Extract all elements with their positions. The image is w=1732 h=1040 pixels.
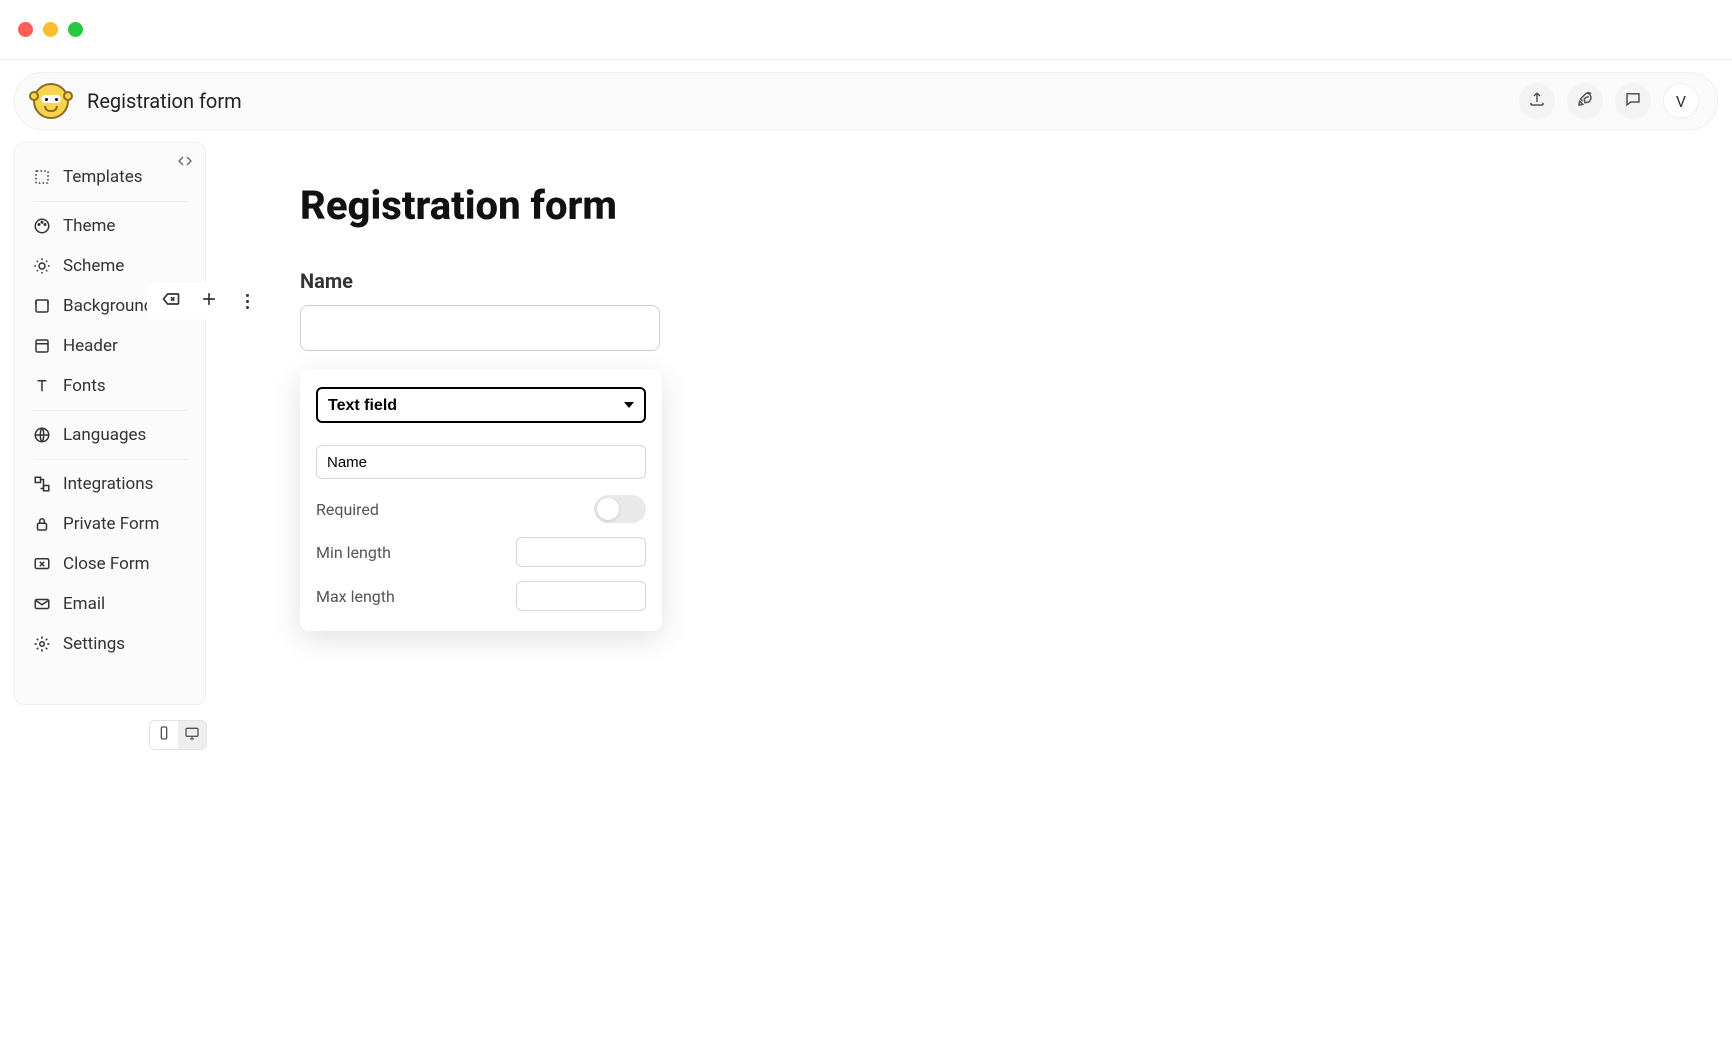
rocket-icon bbox=[1576, 90, 1594, 112]
more-vertical-icon bbox=[246, 294, 249, 309]
upload-icon bbox=[1528, 90, 1546, 112]
sidebar-item-label: Templates bbox=[63, 167, 143, 187]
field-config-panel: Text field Required Min length Max lengt… bbox=[300, 369, 662, 631]
sidebar-item-fonts[interactable]: Fonts bbox=[15, 366, 205, 406]
avatar[interactable]: V bbox=[1663, 83, 1699, 119]
divider bbox=[33, 201, 187, 202]
max-length-input[interactable] bbox=[516, 581, 646, 611]
sidebar-item-label: Background bbox=[63, 296, 153, 316]
globe-icon bbox=[33, 426, 51, 444]
sidebar-item-label: Close Form bbox=[63, 554, 150, 574]
more-button[interactable] bbox=[237, 291, 257, 311]
sidebar-item-theme[interactable]: Theme bbox=[15, 206, 205, 246]
sidebar-item-label: Integrations bbox=[63, 474, 153, 494]
page-title: Registration form bbox=[87, 89, 242, 113]
sidebar-item-label: Settings bbox=[63, 634, 125, 654]
delete-button[interactable] bbox=[161, 291, 181, 311]
form-title: Registration form bbox=[300, 182, 1718, 229]
sidebar-item-settings[interactable]: Settings bbox=[15, 624, 205, 664]
sun-icon bbox=[33, 257, 51, 275]
sidebar-item-header[interactable]: Header bbox=[15, 326, 205, 366]
topbar-actions: V bbox=[1519, 83, 1699, 119]
templates-icon bbox=[33, 168, 51, 186]
name-input[interactable] bbox=[300, 305, 660, 351]
traffic-lights bbox=[18, 22, 83, 37]
backspace-icon bbox=[161, 289, 181, 313]
sidebar-item-languages[interactable]: Languages bbox=[15, 415, 205, 455]
window-titlebar bbox=[0, 0, 1732, 60]
close-form-icon bbox=[33, 555, 51, 573]
canvas: Registration form Name Text field Requir… bbox=[230, 142, 1718, 631]
code-icon bbox=[177, 154, 193, 173]
sidebar-item-integrations[interactable]: Integrations bbox=[15, 464, 205, 504]
sidebar-item-label: Header bbox=[63, 336, 118, 356]
mail-icon bbox=[33, 595, 51, 613]
sidebar-item-private-form[interactable]: Private Form bbox=[15, 504, 205, 544]
sidebar: Templates Theme Scheme Background Header… bbox=[14, 142, 206, 705]
comment-button[interactable] bbox=[1615, 83, 1651, 119]
sidebar-item-email[interactable]: Email bbox=[15, 584, 205, 624]
field-label-name: Name bbox=[300, 269, 1718, 293]
field-type-select[interactable]: Text field bbox=[316, 387, 646, 423]
window-maximize-button[interactable] bbox=[68, 22, 83, 37]
share-button[interactable] bbox=[1519, 83, 1555, 119]
mobile-icon bbox=[156, 725, 172, 745]
window-close-button[interactable] bbox=[18, 22, 33, 37]
background-icon bbox=[33, 297, 51, 315]
sidebar-item-label: Theme bbox=[63, 216, 115, 236]
comment-icon bbox=[1624, 90, 1642, 112]
topbar: Registration form V bbox=[14, 72, 1718, 130]
sidebar-item-label: Languages bbox=[63, 425, 146, 445]
min-length-label: Min length bbox=[316, 543, 391, 562]
desktop-view-button[interactable] bbox=[178, 721, 206, 749]
min-length-input[interactable] bbox=[516, 537, 646, 567]
plus-icon bbox=[199, 289, 219, 313]
sidebar-item-scheme[interactable]: Scheme bbox=[15, 246, 205, 286]
required-toggle[interactable] bbox=[594, 495, 646, 523]
sidebar-item-label: Scheme bbox=[63, 256, 124, 276]
divider bbox=[33, 459, 187, 460]
code-toggle-button[interactable] bbox=[177, 153, 193, 173]
sidebar-item-close-form[interactable]: Close Form bbox=[15, 544, 205, 584]
desktop-icon bbox=[184, 725, 200, 745]
divider bbox=[33, 410, 187, 411]
palette-icon bbox=[33, 217, 51, 235]
app-logo bbox=[33, 83, 69, 119]
viewport-toggle bbox=[149, 720, 207, 750]
required-label: Required bbox=[316, 500, 379, 519]
launch-button[interactable] bbox=[1567, 83, 1603, 119]
field-label-input[interactable] bbox=[316, 445, 646, 479]
sidebar-item-label: Email bbox=[63, 594, 105, 614]
text-icon bbox=[33, 377, 51, 395]
max-length-label: Max length bbox=[316, 587, 395, 606]
sidebar-item-label: Private Form bbox=[63, 514, 159, 534]
integrations-icon bbox=[33, 475, 51, 493]
lock-icon bbox=[33, 515, 51, 533]
window-minimize-button[interactable] bbox=[43, 22, 58, 37]
scheme-row-actions bbox=[147, 283, 271, 319]
header-icon bbox=[33, 337, 51, 355]
gear-icon bbox=[33, 635, 51, 653]
add-button[interactable] bbox=[199, 291, 219, 311]
sidebar-item-label: Fonts bbox=[63, 376, 106, 396]
mobile-view-button[interactable] bbox=[150, 721, 178, 749]
